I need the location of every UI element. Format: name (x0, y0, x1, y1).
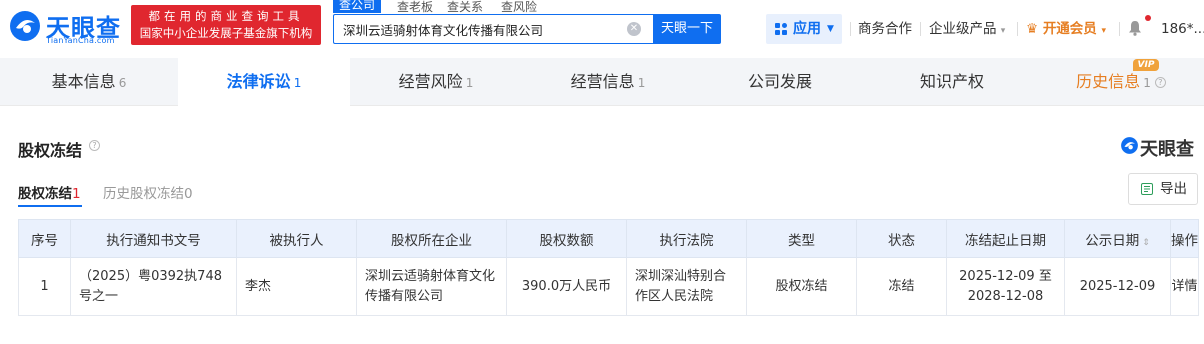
col-header-publish-date[interactable]: 公示日期 ⇕ (1064, 219, 1171, 258)
search-tab-relation[interactable]: 查关系 (447, 0, 483, 15)
app-menu-label: 应用 (793, 21, 821, 37)
sort-icon[interactable]: ⇕ (1142, 238, 1150, 248)
tab-label: 历史信息 (1076, 72, 1141, 91)
col-header-label: 公示日期 (1085, 232, 1140, 249)
tab-label: 基本信息 (51, 72, 116, 91)
main-tabs: 基本信息 6 法律诉讼 1 经营风险 1 经营信息 1 公司发展 知识产权 历史信息 1? (0, 58, 1204, 106)
cell-court: 深圳深汕特别合作区人民法院 (626, 257, 747, 316)
cell-amount: 390.0万人民币 (506, 257, 627, 316)
tab-intellectual-property[interactable]: 知识产权 (866, 58, 1038, 106)
tab-label: 经营风险 (398, 72, 463, 91)
col-header-executed-person: 被执行人 (236, 219, 357, 258)
cell-freeze-period: 2025-12-09 至 2028-12-08 (946, 257, 1065, 316)
nav-enterprise-label: 企业级产品 (929, 21, 997, 37)
tianyancha-watermark: 天眼查 (1120, 135, 1200, 160)
col-header-court: 执行法院 (626, 219, 747, 258)
logo-subtext: TianYanCha.com (46, 36, 115, 45)
vip-badge: VIP (1133, 59, 1159, 71)
header-divider (850, 22, 851, 36)
subtab-equity-freeze[interactable]: 股权冻结1 (18, 182, 81, 202)
export-button[interactable]: 导出 (1128, 173, 1198, 205)
cell-executed-person-link[interactable]: 李杰 (236, 257, 357, 316)
tab-count: 1 (637, 76, 646, 90)
logo-mark-icon (1121, 137, 1138, 154)
slogan-line-2: 国家中小企业发展子基金旗下机构 (139, 26, 313, 40)
cell-status: 冻结 (856, 257, 947, 316)
tab-business-risk[interactable]: 经营风险 1 (350, 58, 522, 106)
col-header-type: 类型 (746, 219, 857, 258)
export-label: 导出 (1160, 181, 1187, 197)
table-header-row: 序号 执行通知书文号 被执行人 股权所在企业 股权数额 执行法院 类型 状态 冻… (18, 219, 1199, 258)
help-icon[interactable]: ? (89, 140, 100, 151)
logo-mark-icon (10, 11, 40, 41)
search-tab-risk[interactable]: 查风险 (501, 0, 537, 15)
tab-label: 公司发展 (747, 72, 812, 91)
col-header-amount: 股权数额 (506, 219, 627, 258)
tab-history-info[interactable]: 历史信息 1? (1038, 58, 1204, 106)
tab-count: 1 (465, 76, 474, 90)
cell-publish-date: 2025-12-09 (1064, 257, 1171, 316)
tab-count: 1 (1143, 76, 1151, 90)
header-divider (1119, 22, 1120, 36)
slogan-line-1: 都在用的商业查询工具 (148, 9, 304, 23)
subtab-active-indicator (18, 205, 82, 207)
nav-enterprise-products[interactable]: 企业级产品 ▾ (929, 14, 1005, 44)
cell-doc-no-link[interactable]: （2025）粤0392执748号之一 (70, 257, 237, 316)
search-tab-boss[interactable]: 查老板 (397, 0, 433, 15)
col-header-index: 序号 (18, 219, 71, 258)
nav-vip-label: 开通会员 (1042, 21, 1097, 37)
help-icon[interactable]: ? (1154, 77, 1166, 88)
col-header-action: 操作 (1170, 219, 1199, 258)
col-header-status: 状态 (856, 219, 947, 258)
app-grid-icon (775, 23, 787, 35)
tab-count: 6 (118, 76, 127, 90)
tab-basic-info[interactable]: 基本信息 6 (0, 58, 178, 106)
col-header-freeze-period: 冻结起止日期 (946, 219, 1065, 258)
tab-company-development[interactable]: 公司发展 (694, 58, 866, 106)
slogan-banner: 都在用的商业查询工具 国家中小企业发展子基金旗下机构 (131, 5, 321, 45)
detail-link[interactable]: 详情 (1170, 257, 1199, 316)
clear-icon[interactable]: ✕ (627, 22, 641, 36)
search-button[interactable]: 天眼一下 (653, 14, 721, 44)
nav-open-vip[interactable]: ♛ 开通会员 ▾ (1026, 14, 1106, 44)
tianyancha-logo[interactable]: 天眼查 TianYanCha.com (8, 6, 126, 46)
chevron-down-icon: ▼ (827, 24, 834, 34)
table-row: 1 （2025）粤0392执748号之一 李杰 深圳云适骑射体育文化传播有限公司… (18, 257, 1199, 316)
subtab-label: 股权冻结 (18, 186, 72, 202)
cell-index: 1 (18, 257, 71, 316)
cell-type: 股权冻结 (746, 257, 857, 316)
search-input[interactable] (334, 15, 614, 43)
top-header: 天眼查 TianYanCha.com 都在用的商业查询工具 国家中小企业发展子基… (0, 0, 1204, 58)
col-header-company: 股权所在企业 (356, 219, 507, 258)
header-divider (920, 22, 921, 36)
subtab-history-equity-freeze[interactable]: 历史股权冻结0 (103, 182, 193, 202)
brand-text: 天眼查 (1140, 139, 1194, 160)
nav-business-cooperation[interactable]: 商务合作 (858, 14, 912, 44)
subtab-label: 历史股权冻结 (103, 186, 184, 202)
chevron-down-icon: ▾ (1101, 26, 1107, 36)
notification-dot (1145, 15, 1151, 21)
col-header-doc-no: 执行通知书文号 (70, 219, 237, 258)
section-title: 股权冻结 (18, 141, 83, 160)
subtab-count: 0 (184, 186, 193, 202)
tab-label: 经营信息 (570, 72, 635, 91)
chevron-down-icon: ▾ (1000, 26, 1006, 36)
app-menu-button[interactable]: 应用 ▼ (766, 14, 842, 44)
tab-label: 知识产权 (919, 72, 984, 91)
tab-count: 1 (293, 76, 302, 90)
header-divider (1017, 22, 1018, 36)
export-icon (1141, 183, 1153, 195)
cell-company-link[interactable]: 深圳云适骑射体育文化传播有限公司 (356, 257, 507, 316)
search-box: ✕ (333, 14, 653, 44)
tab-legal-litigation[interactable]: 法律诉讼 1 (178, 58, 350, 106)
bell-icon[interactable] (1128, 20, 1142, 36)
tab-label: 法律诉讼 (226, 72, 291, 91)
equity-freeze-table: 序号 执行通知书文号 被执行人 股权所在企业 股权数额 执行法院 类型 状态 冻… (18, 219, 1199, 316)
crown-icon: ♛ (1026, 21, 1039, 37)
tab-business-info[interactable]: 经营信息 1 (522, 58, 694, 106)
user-account[interactable]: 186*... (1161, 14, 1204, 44)
search-tab-company[interactable]: 查公司 (333, 0, 382, 13)
subtab-count: 1 (72, 186, 81, 202)
